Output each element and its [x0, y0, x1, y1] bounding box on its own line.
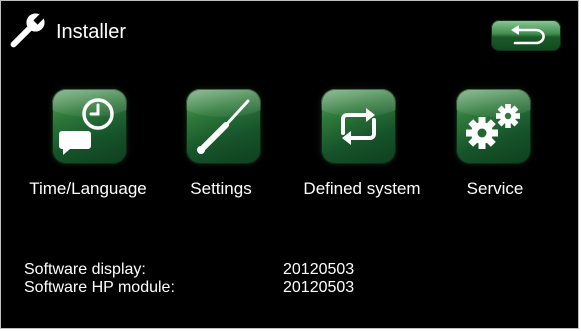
wrench-icon: [5, 9, 49, 53]
defined-system-label[interactable]: Defined system: [303, 179, 420, 199]
service-button[interactable]: [456, 89, 531, 164]
time-language-button[interactable]: [52, 89, 127, 164]
page-title: Installer: [56, 21, 127, 43]
settings-label[interactable]: Settings: [190, 179, 251, 199]
software-display-label: Software display:: [24, 261, 146, 278]
software-hp-module-label: Software HP module:: [24, 279, 175, 296]
clock-speech-bubble-icon: [59, 98, 114, 155]
software-hp-module-row: Software HP module: 20120503: [24, 279, 354, 297]
gears-icon: [466, 104, 520, 149]
time-language-label[interactable]: Time/Language: [29, 179, 147, 199]
service-label[interactable]: Service: [467, 179, 524, 199]
defined-system-button[interactable]: [321, 89, 396, 164]
return-arrow-icon: [511, 25, 545, 45]
screwdriver-icon: [197, 99, 250, 154]
software-hp-module-value: 20120503: [283, 279, 355, 296]
back-button[interactable]: [491, 20, 561, 51]
software-display-row: Software display: 20120503: [24, 261, 354, 279]
cycle-arrows-icon: [341, 108, 376, 145]
software-display-value: 20120503: [283, 261, 355, 278]
installer-screen: Installer Time/Language Settings Defined…: [0, 0, 579, 329]
settings-button[interactable]: [186, 89, 261, 164]
